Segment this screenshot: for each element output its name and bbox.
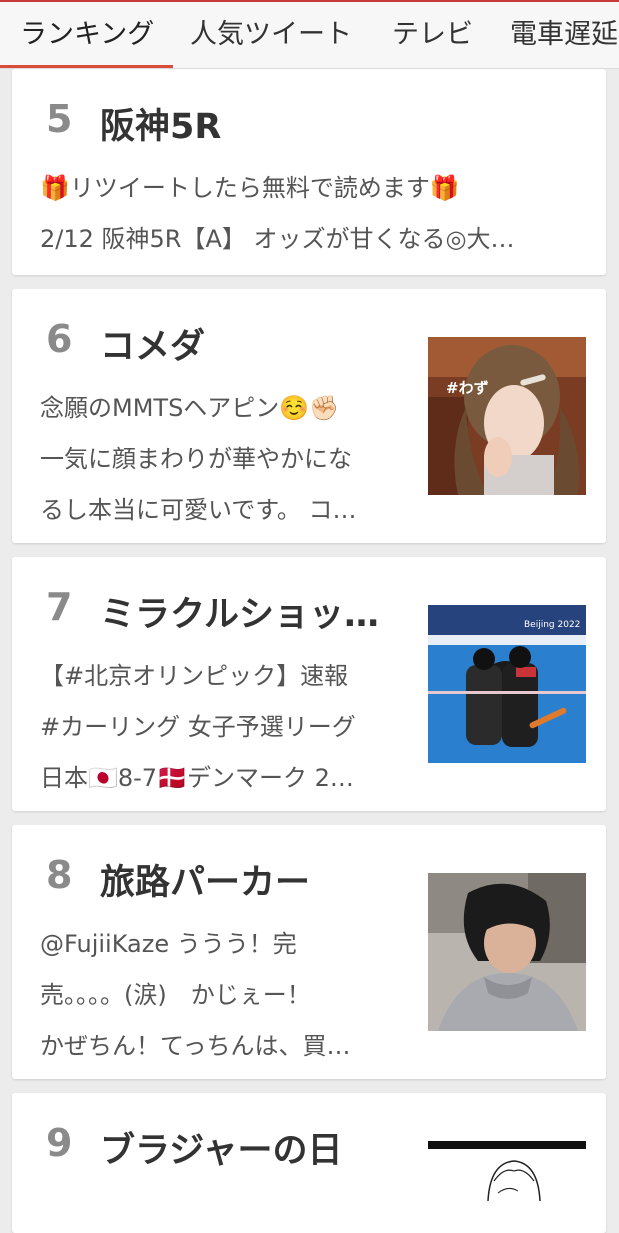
tweet-excerpt: 【#北京オリンピック】速報 #カーリング 女子予選リーグ 日本🇯🇵8-7🇩🇰デン… xyxy=(40,651,410,804)
tweet-excerpt: @FujiiKaze ううう！完 売。。。。(涙) かじぇー！ かぜちん！てっち… xyxy=(40,919,405,1072)
excerpt-line: #カーリング 女子予選リーグ xyxy=(40,713,356,741)
ranking-card-8[interactable]: 8 旅路パーカー @FujiiKaze ううう！完 売。。。。(涙) かじぇー！… xyxy=(12,825,606,1079)
rank-number: 7 xyxy=(46,585,73,629)
trend-title: ブラジャーの日 xyxy=(100,1131,343,1171)
tab-train-delay[interactable]: 電車遅延 xyxy=(510,2,618,68)
trend-title: 阪神5R xyxy=(100,107,222,147)
rank-number: 8 xyxy=(46,853,73,897)
trend-title: コメダ xyxy=(100,327,206,367)
tab-tv[interactable]: テレビ xyxy=(392,2,473,68)
excerpt-line: @FujiiKaze ううう！完 xyxy=(40,930,297,958)
ranking-card-6[interactable]: 6 コメダ 念願のMMTSヘアピン☺️✊🏻 一気に顔まわりが華やかにな るし本当… xyxy=(12,289,606,543)
excerpt-line: 念願のMMTSヘアピン☺️✊🏻 xyxy=(40,394,340,422)
excerpt-line: るし本当に可愛いです。 コ… xyxy=(40,496,357,524)
excerpt-line: 🎁リツイートしたら無料で読めます🎁 xyxy=(40,174,460,202)
tab-popular-tweets[interactable]: 人気ツイート xyxy=(190,2,352,68)
curling-photo-icon: Beijing 2022 xyxy=(428,605,586,763)
ranking-card-7[interactable]: 7 ミラクルショッ… 【#北京オリンピック】速報 #カーリング 女子予選リーグ … xyxy=(12,557,606,811)
excerpt-line: 売。。。。(涙) かじぇー！ xyxy=(40,981,311,1009)
trend-title: ミラクルショッ… xyxy=(100,595,379,635)
ranking-card-5[interactable]: 5 阪神5R 🎁リツイートしたら無料で読めます🎁 2/12 阪神5R【A】 オッ… xyxy=(12,69,606,275)
ranking-card-9[interactable]: 9 ブラジャーの日 xyxy=(12,1093,606,1233)
excerpt-line: 【#北京オリンピック】速報 xyxy=(40,662,349,690)
tweet-excerpt: 🎁リツイートしたら無料で読めます🎁 2/12 阪神5R【A】 オッズが甘くなる◎… xyxy=(40,163,580,265)
active-tab-indicator xyxy=(0,65,173,68)
excerpt-line: 2/12 阪神5R【A】 オッズが甘くなる◎大… xyxy=(40,225,515,253)
trend-title: 旅路パーカー xyxy=(100,863,311,903)
rank-number: 6 xyxy=(46,317,73,361)
thumb-caption: Beijing 2022 xyxy=(524,620,580,630)
rank-number: 5 xyxy=(46,97,73,141)
rank-number: 9 xyxy=(46,1121,73,1165)
thumb-caption: #わず xyxy=(446,379,489,397)
manga-illustration-icon xyxy=(428,1141,586,1201)
excerpt-line: かぜちん！てっちんは、買… xyxy=(40,1032,351,1060)
man-photo-icon xyxy=(428,873,586,1031)
tweet-excerpt: 念願のMMTSヘアピン☺️✊🏻 一気に顔まわりが華やかにな るし本当に可愛いです… xyxy=(40,383,405,536)
excerpt-line: 一気に顔まわりが華やかにな xyxy=(40,445,352,473)
category-tab-bar[interactable]: ランキング 人気ツイート テレビ 電車遅延 xyxy=(0,2,619,69)
tab-ranking[interactable]: ランキング xyxy=(20,2,154,68)
woman-photo-icon: #わず xyxy=(428,337,586,495)
excerpt-line: 日本🇯🇵8-7🇩🇰デンマーク 2… xyxy=(40,764,354,792)
